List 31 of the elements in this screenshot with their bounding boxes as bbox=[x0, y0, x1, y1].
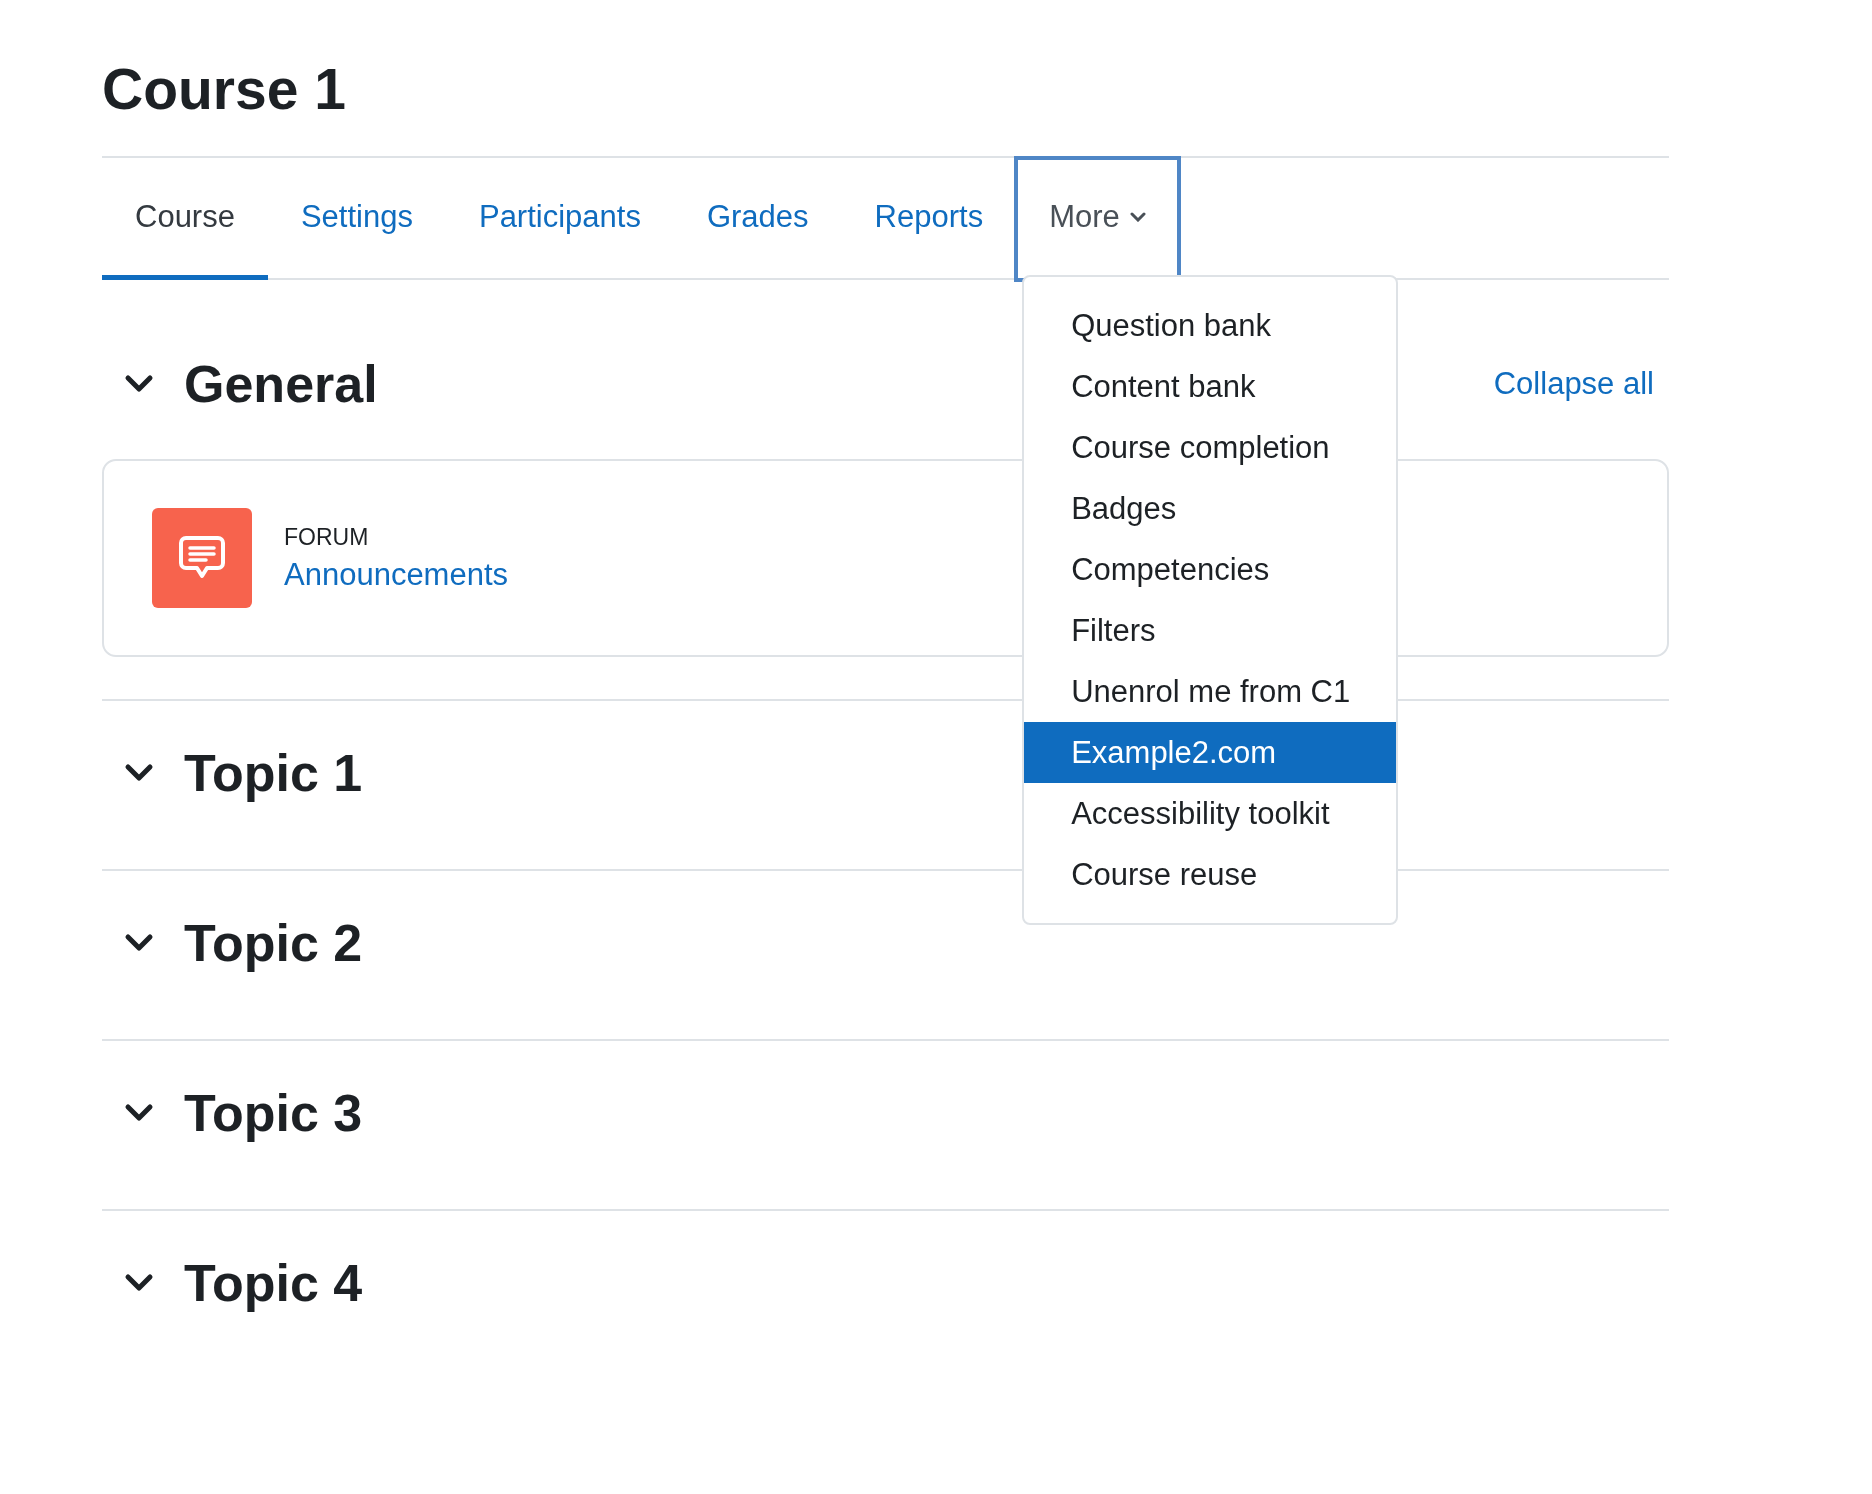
activity-type: FORUM bbox=[284, 523, 370, 551]
nav-tab[interactable]: Grades bbox=[673, 158, 842, 280]
menu-item[interactable]: Filters bbox=[1024, 600, 1397, 661]
chevron-down-icon[interactable] bbox=[124, 374, 154, 394]
section-title: Topic 3 bbox=[184, 1083, 363, 1143]
menu-item[interactable]: Badges bbox=[1024, 478, 1397, 539]
menu-item[interactable]: Course reuse bbox=[1024, 844, 1397, 905]
section-title: Topic 4 bbox=[184, 1253, 363, 1313]
nav-tab[interactable]: Reports bbox=[841, 158, 1017, 280]
section-title: Topic 2 bbox=[184, 913, 363, 973]
forum-icon bbox=[152, 508, 252, 608]
menu-item[interactable]: Content bank bbox=[1024, 356, 1397, 417]
menu-item[interactable]: Accessibility toolkit bbox=[1024, 783, 1397, 844]
section-title: Topic 1 bbox=[184, 743, 363, 803]
chevron-down-icon[interactable] bbox=[124, 933, 154, 953]
menu-item[interactable]: Unenrol me from C1 bbox=[1024, 661, 1397, 722]
page-title: Course 1 bbox=[102, 56, 347, 123]
collapse-all-link[interactable]: Collapse all bbox=[1493, 366, 1654, 402]
chevron-down-icon[interactable] bbox=[124, 1103, 154, 1123]
caret-icon bbox=[1129, 211, 1146, 222]
section-title: General bbox=[184, 354, 378, 414]
nav-tab[interactable]: Course bbox=[102, 158, 268, 280]
chevron-down-icon[interactable] bbox=[124, 763, 154, 783]
nav-tab[interactable]: Settings bbox=[267, 158, 446, 280]
menu-item[interactable]: Course completion bbox=[1024, 417, 1397, 478]
menu-item[interactable]: Competencies bbox=[1024, 539, 1397, 600]
chevron-down-icon[interactable] bbox=[124, 1273, 154, 1293]
activity-link[interactable]: Announcements bbox=[284, 556, 509, 593]
menu-item[interactable]: Example2.com bbox=[1024, 722, 1397, 783]
menu-item[interactable]: Question bank bbox=[1024, 295, 1397, 356]
nav-tab[interactable]: Participants bbox=[445, 158, 674, 280]
